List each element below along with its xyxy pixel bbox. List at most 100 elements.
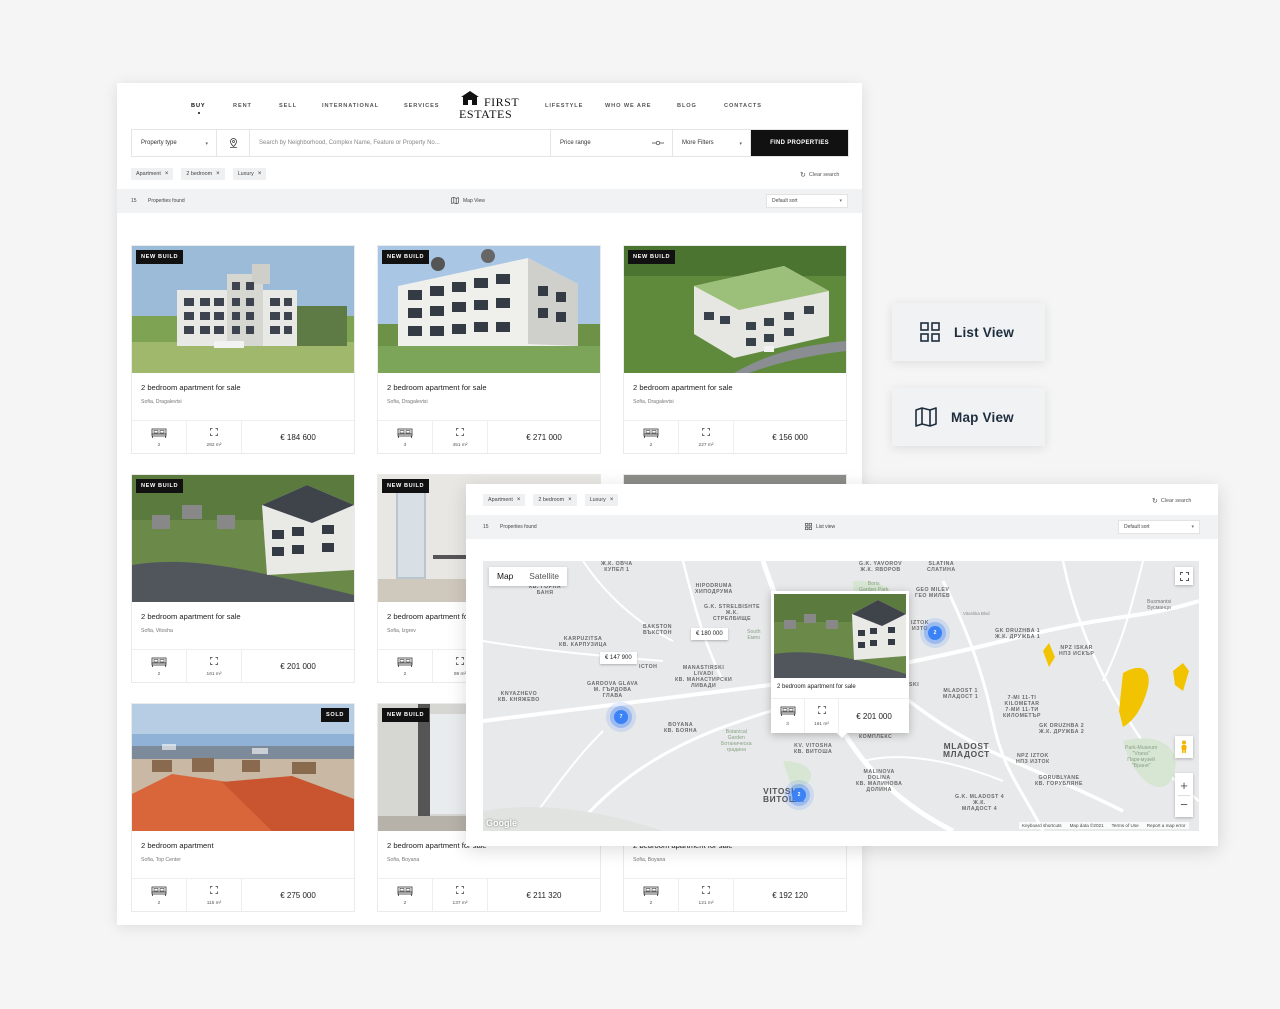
listing-title[interactable]: 2 bedroom apartment for sale — [141, 383, 241, 392]
map-cluster-marker[interactable]: 2 — [928, 626, 942, 640]
listing-title[interactable]: 2 bedroom apartment for sale — [141, 612, 241, 621]
bed-icon — [151, 886, 167, 896]
sort-select[interactable]: Default sort ▾ — [1118, 520, 1200, 534]
map-label: ІСТОН — [639, 664, 658, 670]
sort-label: Default sort — [1124, 524, 1150, 530]
listing-card[interactable]: NEW BUILD 2 bedroom apartment for sale S… — [377, 245, 601, 454]
area-icon — [210, 428, 218, 436]
map-price-marker[interactable]: € 147 900 — [600, 652, 637, 664]
list-view-label: List view — [816, 523, 836, 530]
fullscreen-icon[interactable] — [1175, 567, 1193, 585]
listing-card[interactable]: SOLD 2 bedroom apartment Sofia, Top Cent… — [131, 703, 355, 912]
map-label: Park-Museum "Vrana" Парк-музей "Враня" — [1125, 745, 1158, 769]
listing-meta: 2 161 m² € 201 000 — [132, 649, 354, 682]
area-icon — [702, 428, 710, 436]
active-filters: Apartment × 2 bedroom × Luxury × — [483, 494, 619, 506]
listing-title[interactable]: 2 bedroom apartment for sale — [387, 383, 487, 392]
listing-photo: NEW BUILD — [378, 246, 600, 373]
listing-price: € 156 000 — [772, 432, 808, 442]
close-icon[interactable]: × — [517, 497, 521, 503]
map-price-marker[interactable]: € 180 000 — [691, 628, 728, 640]
listing-card[interactable]: NEW BUILD 2 bedroom apartment for sale S… — [623, 245, 847, 454]
list-view-toggle[interactable]: List view — [805, 523, 835, 530]
report-error-link[interactable]: Report a map error — [1147, 823, 1186, 828]
street-view-pegman-icon[interactable] — [1175, 736, 1193, 758]
nav-international[interactable]: INTERNATIONAL — [322, 103, 379, 109]
filter-chip[interactable]: Luxury × — [232, 168, 267, 180]
filter-chip[interactable]: 2 bedroom × — [181, 168, 225, 180]
location-pin-icon[interactable] — [217, 130, 250, 156]
map-label: KARPUZITSA КВ. КАРПУЗИЦА — [559, 636, 608, 648]
filter-chip[interactable]: Apartment × — [483, 494, 526, 506]
listing-card[interactable]: NEW BUILD 2 bedroom apartment for sale S… — [131, 245, 355, 454]
beds-count: 3 — [786, 722, 789, 727]
clear-search-button[interactable]: ↻ Clear search — [800, 171, 839, 179]
property-type-select[interactable]: Property type ▾ — [132, 130, 217, 156]
listing-card[interactable]: NEW BUILD 2 bedroom apartment for sale S… — [131, 474, 355, 683]
map-listing-popup[interactable]: 2 bedroom apartment for sale 3 161 m² € … — [771, 591, 909, 738]
listing-location: Sofia, Izgrev — [387, 628, 416, 634]
more-filters-select[interactable]: More Filters ▾ — [673, 130, 751, 156]
map-label: South Емпо — [747, 629, 761, 641]
zoom-in-icon[interactable]: + — [1180, 777, 1188, 795]
map-view-button[interactable]: Map View — [892, 388, 1045, 446]
status-badge: NEW BUILD — [382, 479, 430, 493]
map-cluster-marker[interactable]: 7 — [614, 710, 628, 724]
bed-icon — [397, 657, 413, 667]
map-type-satellite[interactable]: Satellite — [521, 567, 567, 586]
results-count: 15 — [483, 524, 489, 530]
price-range-select[interactable]: Price range — [551, 130, 673, 156]
map-view-toggle[interactable]: Map View — [451, 197, 485, 204]
terms-link[interactable]: Terms of Use — [1112, 823, 1139, 828]
property-map[interactable]: Ж.К. ОВЧА КУПЕЛ 1 КВ. ГОРНА БАНЯ HIPODRU… — [483, 561, 1199, 831]
map-type-map[interactable]: Map — [489, 567, 521, 586]
area-value: 282 m² — [206, 443, 222, 448]
close-icon[interactable]: × — [258, 171, 262, 177]
keyboard-shortcuts-link[interactable]: Keyboard shortcuts — [1022, 823, 1062, 828]
nav-lifestyle[interactable]: LIFESTYLE — [545, 103, 583, 109]
nav-blog[interactable]: BLOG — [677, 103, 697, 109]
area-cell: 282 m² — [187, 421, 242, 453]
listing-location: Sofia, Vitosha — [141, 628, 173, 634]
popup-title[interactable]: 2 bedroom apartment for sale — [777, 684, 856, 690]
listing-price: € 201 000 — [280, 661, 316, 671]
filter-chip[interactable]: Apartment × — [131, 168, 174, 180]
find-properties-button[interactable]: FIND PROPERTIES — [751, 130, 848, 156]
nav-services[interactable]: SERVICES — [404, 103, 439, 109]
map-cluster-marker[interactable]: 2 — [792, 788, 806, 802]
chevron-down-icon: ▾ — [1191, 524, 1194, 530]
listing-photo: NEW BUILD — [132, 475, 354, 602]
nav-rent[interactable]: RENT — [233, 103, 252, 109]
listing-title[interactable]: 2 bedroom apartment for sale — [633, 383, 733, 392]
listing-title[interactable]: 2 bedroom apartment — [141, 841, 214, 850]
zoom-out-icon[interactable]: − — [1180, 796, 1188, 814]
area-icon — [817, 706, 826, 714]
top-nav: BUY RENT SELL INTERNATIONAL SERVICES FIR… — [117, 83, 862, 129]
house-icon — [461, 91, 479, 105]
close-icon[interactable]: × — [165, 171, 169, 177]
listing-price: € 192 120 — [772, 890, 808, 900]
map-label: NPZ IZTOK НПЗ ИЗТОК — [1016, 753, 1050, 765]
more-filters-label: More Filters — [682, 140, 714, 146]
clear-search-button[interactable]: ↻ Clear search — [1152, 497, 1191, 505]
close-icon[interactable]: × — [216, 171, 220, 177]
area-cell: 115 m² — [187, 879, 242, 911]
nav-buy[interactable]: BUY — [191, 103, 206, 114]
list-view-button[interactable]: List View — [892, 303, 1045, 361]
area-value: 115 m² — [206, 901, 222, 906]
nav-sell[interactable]: SELL — [279, 103, 297, 109]
nav-contacts[interactable]: CONTACTS — [724, 103, 762, 109]
beds-cell: 2 — [378, 879, 433, 911]
nav-who-we-are[interactable]: WHO WE ARE — [605, 103, 651, 109]
search-input[interactable]: Search by Neighborhood, Complex Name, Fe… — [250, 130, 551, 156]
filter-chip[interactable]: Luxury × — [584, 494, 619, 506]
close-icon[interactable]: × — [610, 497, 614, 503]
sort-select[interactable]: Default sort ▾ — [766, 194, 848, 208]
close-icon[interactable]: × — [568, 497, 572, 503]
beds-cell: 2 — [132, 421, 187, 453]
first-estates-logo[interactable]: FIRST ESTATES — [459, 91, 521, 121]
filter-chip[interactable]: 2 bedroom × — [533, 494, 577, 506]
chip-label: Luxury — [237, 171, 254, 177]
sort-label: Default sort — [772, 198, 798, 204]
grid-icon — [805, 523, 812, 530]
